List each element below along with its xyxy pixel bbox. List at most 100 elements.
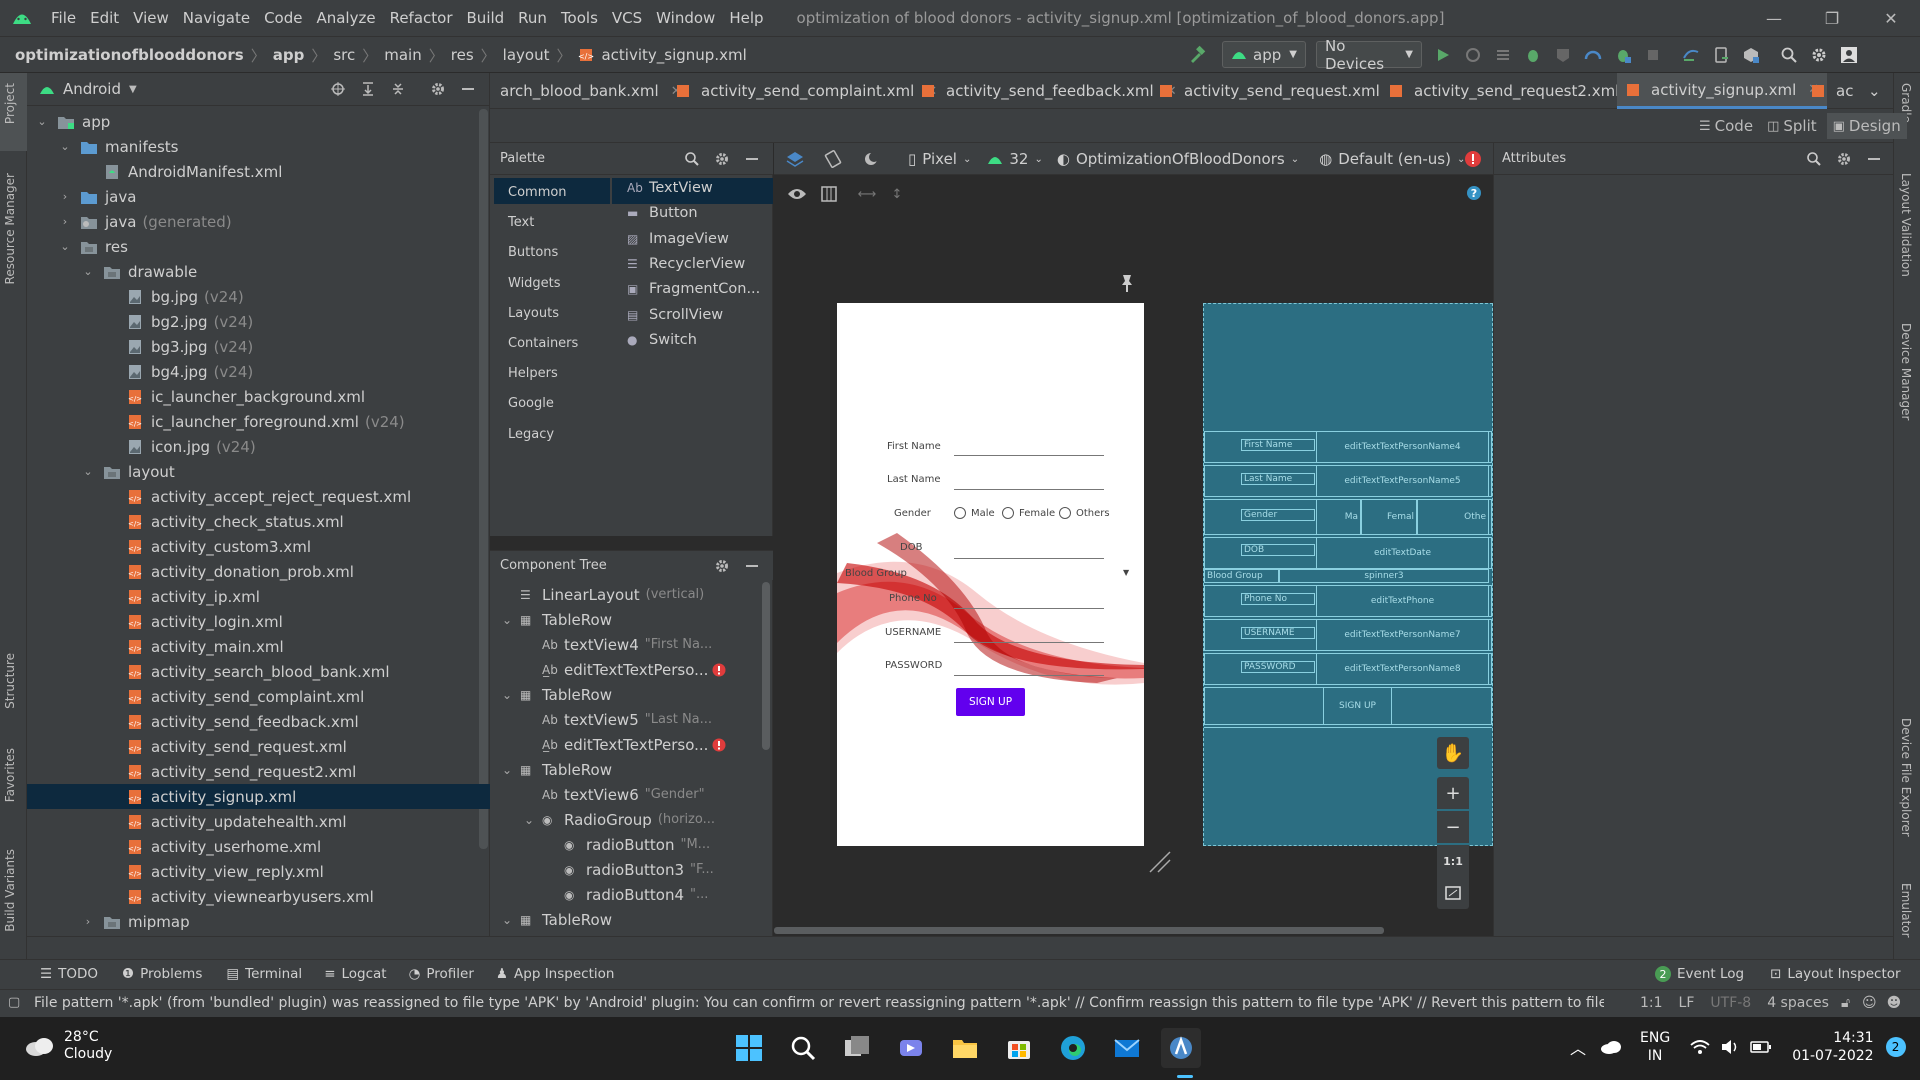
female-radio[interactable]: Female — [1002, 507, 1055, 519]
device-dropdown[interactable]: No Devices ▼ — [1316, 37, 1422, 73]
tree-item[interactable]: </> ic_launcher_background.xml — [27, 384, 490, 409]
search-icon[interactable] — [1801, 146, 1827, 172]
chevron-down-icon[interactable]: ⌄ — [81, 265, 95, 278]
tree-item[interactable]: › java (generated) — [27, 209, 490, 234]
run-config-dropdown[interactable]: app ▼ — [1222, 41, 1306, 68]
stop-icon[interactable] — [1640, 42, 1666, 68]
minimize-button[interactable]: — — [1745, 0, 1803, 37]
feedback-icon[interactable]: ☻ — [1887, 995, 1902, 1011]
tree-item[interactable]: ⌄ drawable — [27, 259, 490, 284]
breadcrumb-src[interactable]: src — [333, 46, 355, 64]
night-mode-icon[interactable] — [858, 146, 884, 172]
indent-setting[interactable]: 4 spaces — [1767, 995, 1829, 1011]
tree-item[interactable]: </> activity_search_blood_bank.xml — [27, 659, 490, 684]
chevron-right-icon[interactable]: › — [58, 215, 72, 228]
api-level-dropdown[interactable]: 32 ⌄ — [987, 150, 1043, 168]
attach-debugger-icon[interactable] — [1610, 42, 1636, 68]
component-tree-item[interactable]: Ab textView5 "Last Na... — [524, 707, 712, 732]
todo-tool-button[interactable]: ☰ TODO — [40, 966, 98, 982]
sdk-manager-icon[interactable] — [1738, 42, 1764, 68]
account-icon[interactable] — [1836, 42, 1862, 68]
breadcrumb-file[interactable]: activity_signup.xml — [601, 46, 746, 64]
locale-dropdown[interactable]: ◍ Default (en-us) ⌄ — [1319, 150, 1465, 168]
project-view-mode[interactable]: Android — [63, 80, 121, 98]
favorites-tool-tab[interactable]: Favorites — [3, 748, 17, 802]
component-tree-scrollbar[interactable] — [762, 582, 770, 750]
menu-file[interactable]: File — [44, 9, 83, 27]
palette-category-legacy[interactable]: Legacy — [508, 427, 554, 442]
windows-start-icon[interactable] — [729, 1028, 769, 1068]
android-studio-taskbar-icon[interactable] — [1161, 1028, 1201, 1068]
apply-changes-icon[interactable] — [1460, 42, 1486, 68]
device-manager-tool-tab[interactable]: Device Manager — [1899, 323, 1913, 420]
tree-item[interactable]: › java — [27, 184, 490, 209]
dob-field[interactable] — [954, 558, 1104, 559]
palette-item[interactable]: ▣ FragmentCon... — [627, 281, 760, 297]
status-message[interactable]: File pattern '*.apk' (from 'bundled' plu… — [34, 995, 1604, 1011]
chevron-down-icon[interactable]: ⌄ — [81, 465, 95, 478]
chevron-down-icon[interactable]: ⌄ — [524, 813, 542, 827]
tree-item[interactable]: </> activity_custom3.xml — [27, 534, 490, 559]
tree-item[interactable]: bg3.jpg (v24) — [27, 334, 490, 359]
apply-code-changes-icon[interactable] — [1490, 42, 1516, 68]
menu-build[interactable]: Build — [460, 9, 512, 27]
tree-item[interactable]: </> activity_accept_reject_request.xml — [27, 484, 490, 509]
coverage-icon[interactable] — [1550, 42, 1576, 68]
tree-item[interactable]: bg4.jpg (v24) — [27, 359, 490, 384]
component-tree-item[interactable]: Ab textView4 "First Na... — [524, 632, 712, 657]
error-icon[interactable] — [1464, 150, 1482, 168]
pan-hand-icon[interactable]: ✋ — [1437, 737, 1469, 769]
profiler-icon[interactable] — [1580, 42, 1606, 68]
tree-item[interactable]: </> activity_send_feedback.xml — [27, 709, 490, 734]
tree-item[interactable]: </> activity_ip.xml — [27, 584, 490, 609]
app-inspection-tool-button[interactable]: ♟ App Inspection — [496, 966, 615, 982]
tree-item[interactable]: </> ic_launcher_foreground.xml (v24) — [27, 409, 490, 434]
palette-item[interactable]: Ab TextView — [627, 180, 713, 196]
design-view-button[interactable]: ▣ Design — [1826, 113, 1907, 139]
menu-window[interactable]: Window — [649, 9, 722, 27]
menu-help[interactable]: Help — [722, 9, 770, 27]
menu-refactor[interactable]: Refactor — [383, 9, 460, 27]
palette-item[interactable]: ▬ Button — [627, 205, 698, 221]
username-field[interactable] — [954, 642, 1104, 643]
menu-analyze[interactable]: Analyze — [309, 9, 382, 27]
tabs-dropdown-icon[interactable]: ⌄ — [1868, 73, 1881, 109]
phone-preview[interactable]: First Name Last Name Gender Male Female … — [837, 303, 1144, 846]
theme-dropdown[interactable]: ◐ OptimizationOfBloodDonors ⌄ — [1057, 150, 1299, 168]
menu-edit[interactable]: Edit — [83, 9, 126, 27]
microsoft-store-icon[interactable] — [999, 1028, 1039, 1068]
palette-category-helpers[interactable]: Helpers — [508, 366, 558, 381]
palette-category-buttons[interactable]: Buttons — [508, 245, 558, 260]
tree-item[interactable]: ⌄ app — [27, 109, 490, 134]
canvas-horizontal-scrollbar[interactable] — [774, 927, 1384, 934]
debug-icon[interactable] — [1520, 42, 1546, 68]
close-window-button[interactable]: ✕ — [1862, 0, 1920, 37]
device-file-explorer-tool-tab[interactable]: Device File Explorer — [1899, 718, 1913, 837]
search-icon[interactable] — [783, 1028, 823, 1068]
settings-gear-icon[interactable] — [709, 553, 735, 579]
tab-search-blood-bank[interactable]: arch_blood_bank.xml ✕ — [500, 73, 682, 109]
resource-manager-tool-tab[interactable]: Resource Manager — [3, 173, 17, 284]
breadcrumb-module[interactable]: app — [273, 46, 305, 64]
chevron-right-icon[interactable]: › — [58, 190, 72, 203]
chevron-down-icon[interactable]: ⌄ — [502, 763, 520, 777]
palette-category-containers[interactable]: Containers — [508, 336, 578, 351]
settings-gear-icon[interactable] — [709, 146, 735, 172]
orientation-icon[interactable] — [820, 146, 846, 172]
chevron-down-icon[interactable]: ⌄ — [502, 688, 520, 702]
zoom-in-button[interactable]: + — [1437, 777, 1469, 809]
battery-icon[interactable] — [1750, 1040, 1772, 1054]
event-log-tool-button[interactable]: 2 Event Log — [1655, 966, 1744, 982]
component-tree-item[interactable]: ⌄ ▦ TableRow — [502, 682, 612, 707]
status-window-icon[interactable]: ▢ — [8, 995, 20, 1010]
component-tree-item[interactable]: ⌄ ▦ TableRow — [502, 757, 612, 782]
palette-item[interactable]: ▨ ImageView — [627, 231, 729, 247]
component-tree-item[interactable]: ⌄ ◉ RadioGroup (horizo... — [524, 807, 715, 832]
settings-gear-icon[interactable] — [1806, 42, 1832, 68]
tree-item[interactable]: icon.jpg (v24) — [27, 434, 490, 459]
signup-button[interactable]: SIGN UP — [956, 688, 1025, 716]
language-indicator[interactable]: ENG IN — [1640, 1029, 1670, 1065]
tree-item[interactable]: </> activity_donation_prob.xml — [27, 559, 490, 584]
breadcrumb-main[interactable]: main — [384, 46, 421, 64]
chevron-down-icon[interactable]: ⌄ — [58, 140, 72, 153]
